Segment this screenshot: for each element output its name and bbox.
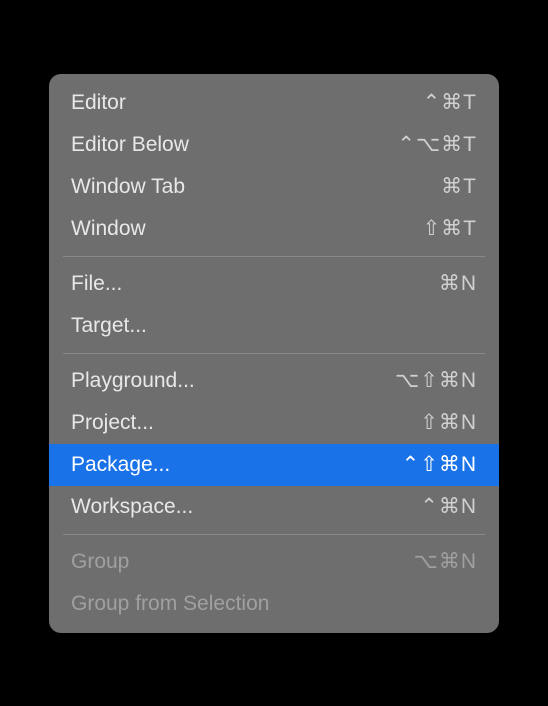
menu-item-label: Workspace... <box>71 495 193 519</box>
menu-item-label: Editor Below <box>71 133 189 157</box>
menu-item-shortcut: ⌃⌘T <box>423 90 477 115</box>
menu-item-shortcut: ⌃⌘N <box>420 494 477 519</box>
menu-item-shortcut: ⌥⌘N <box>414 549 477 574</box>
menu-item-label: Package... <box>71 453 170 477</box>
menu-item-label: File... <box>71 272 122 296</box>
menu-item-label: Group from Selection <box>71 592 269 616</box>
menu-item-package[interactable]: Package... ⌃⇧⌘N <box>49 444 499 486</box>
menu-item-playground[interactable]: Playground... ⌥⇧⌘N <box>49 360 499 402</box>
menu-item-label: Editor <box>71 91 126 115</box>
menu-item-editor[interactable]: Editor ⌃⌘T <box>49 82 499 124</box>
menu-item-label: Group <box>71 550 129 574</box>
menu-item-window[interactable]: Window ⇧⌘T <box>49 208 499 250</box>
menu-item-shortcut: ⇧⌘T <box>423 216 477 241</box>
menu-separator <box>63 256 485 257</box>
menu-item-shortcut: ⌃⇧⌘N <box>402 452 477 477</box>
menu-item-file[interactable]: File... ⌘N <box>49 263 499 305</box>
menu-item-editor-below[interactable]: Editor Below ⌃⌥⌘T <box>49 124 499 166</box>
menu-item-label: Project... <box>71 411 154 435</box>
menu-item-shortcut: ⌃⌥⌘T <box>397 132 477 157</box>
menu-separator <box>63 534 485 535</box>
menu-item-shortcut: ⌘N <box>439 271 477 296</box>
menu-item-label: Target... <box>71 314 147 338</box>
menu-item-group-from-selection: Group from Selection <box>49 583 499 625</box>
menu-item-target[interactable]: Target... <box>49 305 499 347</box>
menu-item-label: Window <box>71 217 146 241</box>
menu-item-workspace[interactable]: Workspace... ⌃⌘N <box>49 486 499 528</box>
menu-item-shortcut: ⌘T <box>441 174 477 199</box>
menu-item-label: Window Tab <box>71 175 185 199</box>
menu-item-shortcut: ⇧⌘N <box>420 410 477 435</box>
menu-item-shortcut: ⌥⇧⌘N <box>395 368 477 393</box>
menu-item-group: Group ⌥⌘N <box>49 541 499 583</box>
menu-separator <box>63 353 485 354</box>
menu-item-window-tab[interactable]: Window Tab ⌘T <box>49 166 499 208</box>
menu-item-label: Playground... <box>71 369 195 393</box>
context-menu: Editor ⌃⌘T Editor Below ⌃⌥⌘T Window Tab … <box>49 74 499 633</box>
menu-item-project[interactable]: Project... ⇧⌘N <box>49 402 499 444</box>
